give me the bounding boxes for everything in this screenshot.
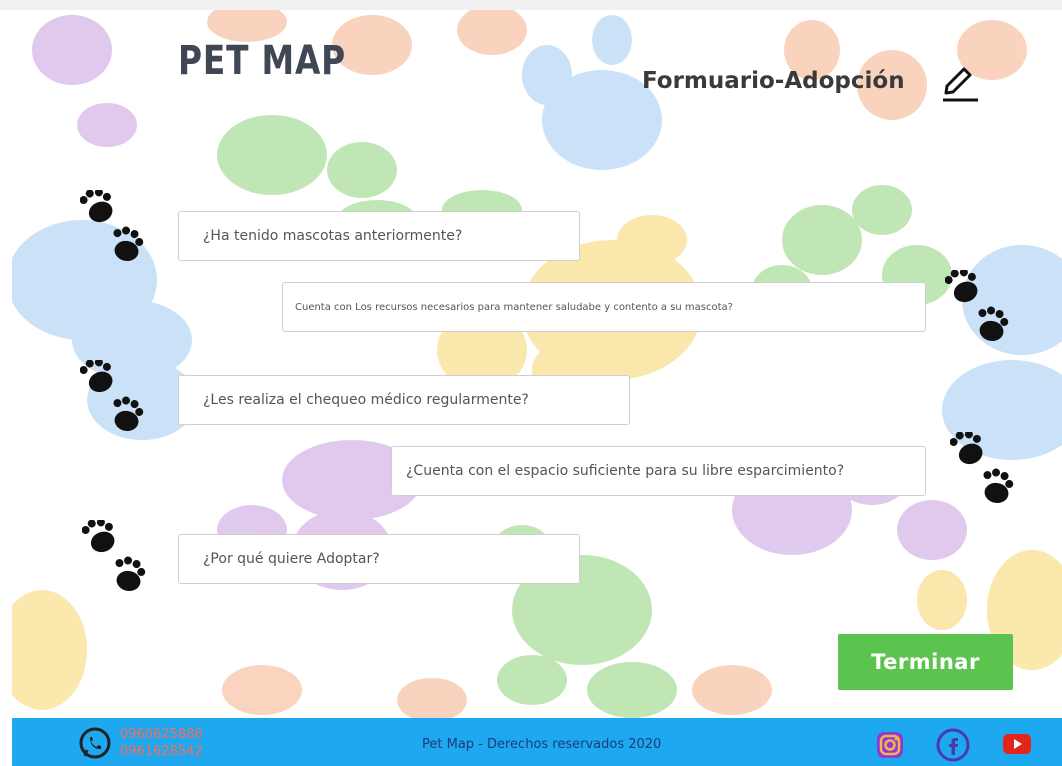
youtube-icon[interactable] [1002,732,1032,756]
top-strip [0,0,1062,10]
question-space-input[interactable] [391,446,926,496]
phone-numbers: 0960625886 0961628542 [120,726,203,760]
paw-icon [80,360,144,431]
paw-icon [82,520,146,591]
facebook-icon[interactable] [935,727,971,763]
copyright-text: Pet Map - Derechos reservados 2020 [422,737,662,752]
paw-icon [950,432,1014,503]
pencil-icon[interactable] [938,62,980,104]
form-title: Formuario-Adopción [642,68,905,94]
whatsapp-icon[interactable] [78,726,112,760]
question-why-adopt-input[interactable] [178,534,580,584]
instagram-icon[interactable] [875,730,905,760]
question-medical-checkup-input[interactable] [178,375,630,425]
question-resources-input[interactable] [282,282,926,332]
question-previous-pets-input[interactable] [178,211,580,261]
terminar-button[interactable]: Terminar [838,634,1013,690]
phone-number: 0961628542 [120,744,203,759]
background-paw-icon [12,10,1062,718]
phone-number: 0960625886 [120,727,203,742]
paw-icon [80,190,144,261]
paw-background [12,10,1062,718]
paw-icon [945,270,1009,341]
brand-logo: PET MAP [178,38,347,84]
